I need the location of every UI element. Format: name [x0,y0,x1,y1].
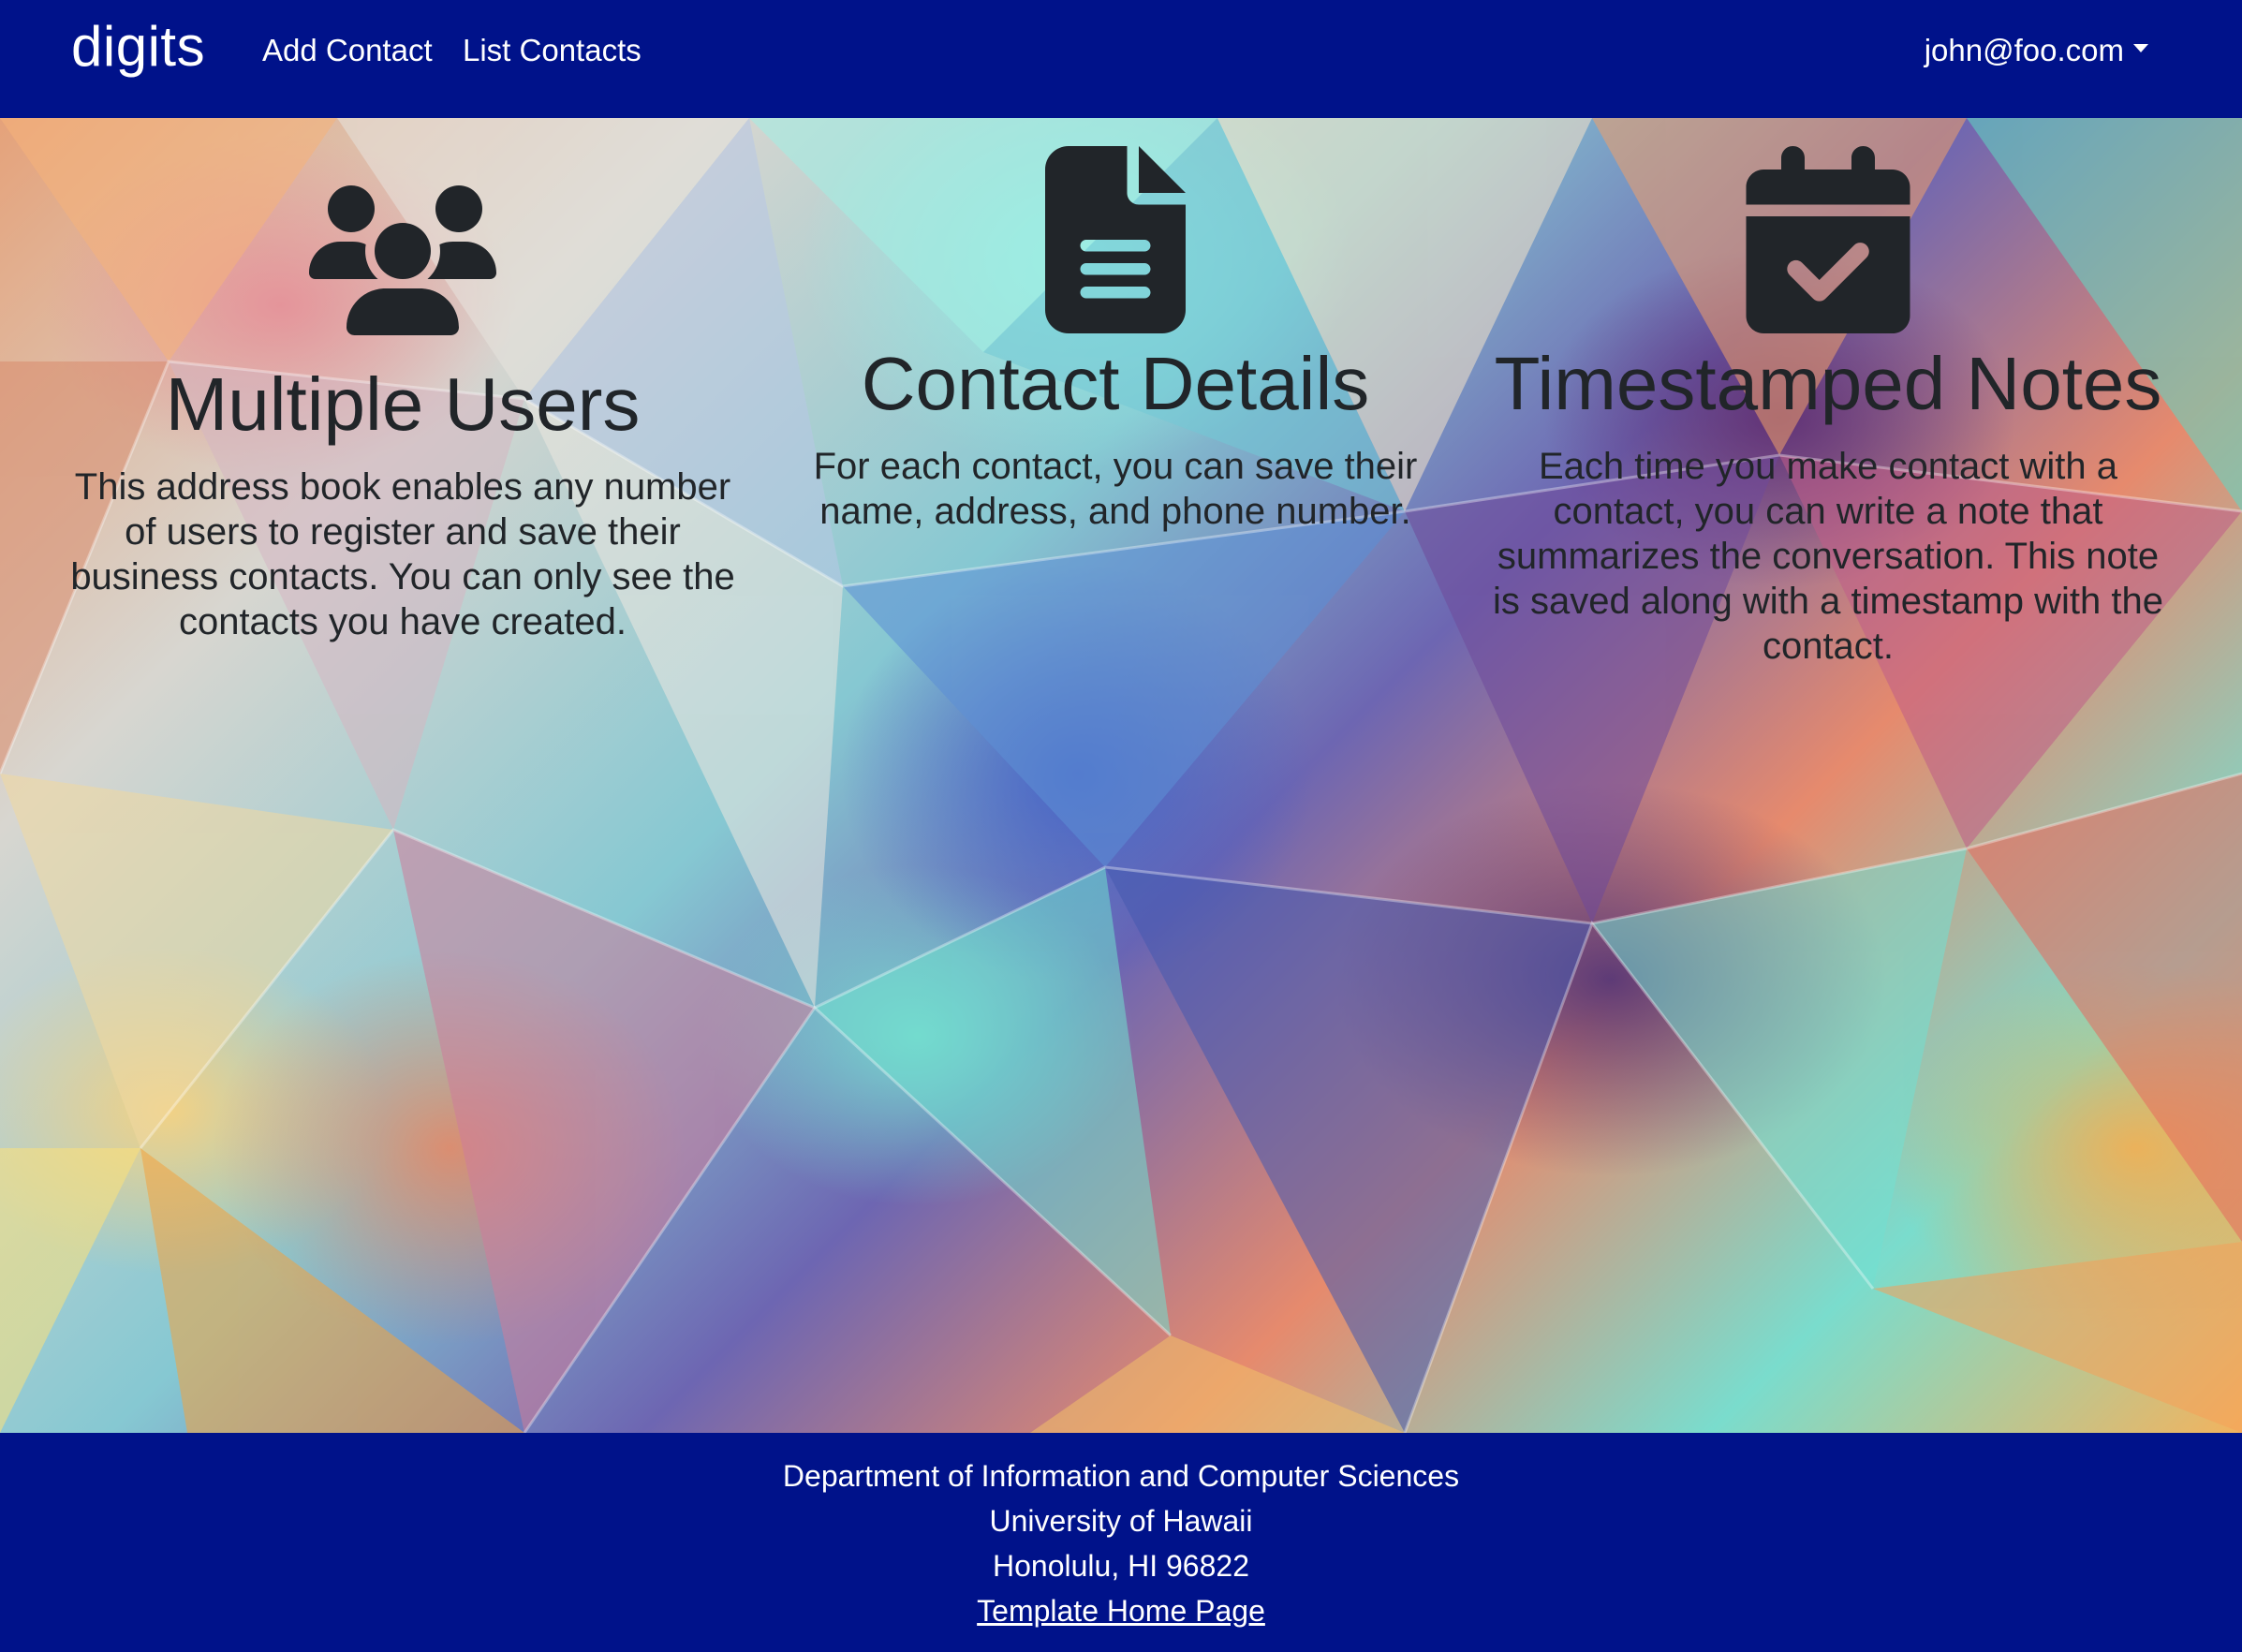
nav-list-contacts[interactable]: List Contacts [463,30,642,71]
footer: Department of Information and Computer S… [0,1433,2242,1652]
file-lines-icon [1045,146,1186,333]
feature-title: Timestamped Notes [1494,342,2162,425]
footer-department: Department of Information and Computer S… [782,1459,1460,1493]
template-home-link[interactable]: Template Home Page [0,1588,2242,1633]
user-dropdown[interactable]: john@foo.com [1925,30,2148,71]
feature-multiple-users: Multiple Users This address book enables… [66,118,740,644]
caret-down-icon [2133,43,2148,52]
calendar-check-icon [1746,146,1910,333]
feature-description: For each contact, you can save their nam… [813,446,1418,532]
footer-location: Honolulu, HI 96822 [993,1549,1249,1583]
feature-timestamped-notes: Timestamped Notes Each time you make con… [1491,118,2165,669]
users-icon [309,185,496,335]
feature-title: Multiple Users [165,362,641,446]
footer-university: University of Hawaii [989,1504,1253,1538]
feature-title: Contact Details [861,342,1370,425]
feature-description: Each time you make contact with a contac… [1493,446,2163,667]
landing-hero: Multiple Users This address book enables… [0,118,2242,1433]
feature-description: This address book enables any number of … [70,466,735,642]
brand-link[interactable]: digits [71,13,205,81]
user-dropdown-label: john@foo.com [1924,33,2124,67]
nav-add-contact[interactable]: Add Contact [262,30,433,71]
navbar: digits Add Contact List Contacts john@fo… [0,0,2242,118]
feature-contact-details: Contact Details For each contact, you ca… [778,118,1453,534]
